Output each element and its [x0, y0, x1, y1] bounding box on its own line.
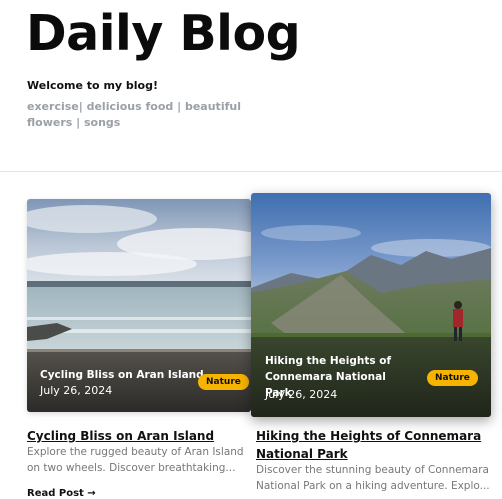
- post-excerpt: Explore the rugged beauty of Aran Island…: [27, 446, 244, 474]
- category-badge[interactable]: Nature: [198, 374, 249, 390]
- header-divider: [0, 171, 502, 172]
- card-overlay-date: July 26, 2024: [265, 388, 338, 401]
- post-title-link[interactable]: Cycling Bliss on Aran Island: [27, 427, 214, 445]
- tag-list[interactable]: exercise| delicious food | beautiful flo…: [27, 99, 277, 131]
- post-card-connemara[interactable]: Hiking the Heights of Connemara National…: [251, 193, 491, 417]
- site-title: Daily Blog: [26, 5, 301, 62]
- post-excerpt: Discover the stunning beauty of Connemar…: [256, 464, 490, 492]
- read-post-link[interactable]: Read Post →: [27, 488, 96, 499]
- category-badge[interactable]: Nature: [427, 370, 478, 386]
- welcome-text: Welcome to my blog!: [27, 79, 159, 92]
- post-title-link[interactable]: Hiking the Heights of Connemara National…: [256, 427, 491, 463]
- card-overlay-title: Cycling Bliss on Aran Island: [40, 369, 204, 381]
- post-card-aran[interactable]: Cycling Bliss on Aran Island July 26, 20…: [27, 199, 251, 412]
- card-overlay-date: July 26, 2024: [40, 384, 113, 397]
